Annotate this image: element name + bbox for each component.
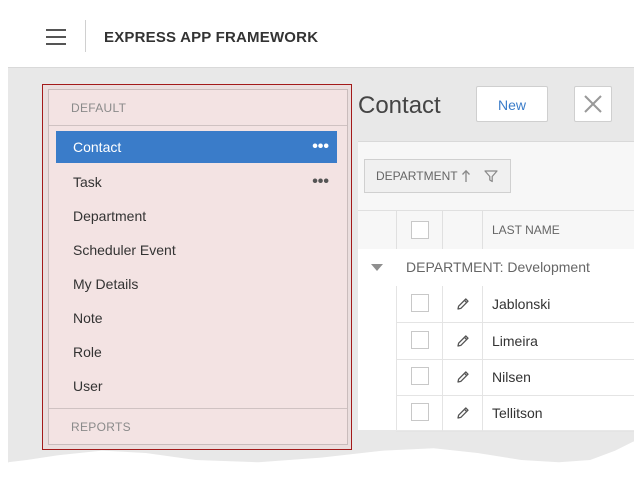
table-row[interactable]: Limeira: [396, 323, 634, 360]
new-button[interactable]: New: [476, 86, 548, 122]
edit-pencil-icon[interactable]: [455, 369, 471, 385]
table-row[interactable]: Nilsen: [396, 359, 634, 396]
table-row[interactable]: Tellitson: [396, 395, 634, 432]
app-window: EXPRESS APP FRAMEWORK DEFAULT Contact ••…: [8, 6, 634, 463]
sidebar-item-role[interactable]: Role: [56, 336, 337, 368]
column-header-last-name[interactable]: LAST NAME: [492, 211, 560, 249]
page-title: Contact: [358, 92, 441, 119]
sidebar-item-task[interactable]: Task •••: [56, 166, 337, 198]
group-chip-label: DEPARTMENT: [376, 169, 458, 183]
row-checkbox[interactable]: [411, 331, 429, 349]
select-all-checkbox[interactable]: [411, 221, 429, 239]
sidebar-item-contact[interactable]: Contact •••: [56, 131, 337, 163]
collapse-triangle-icon[interactable]: [371, 264, 383, 271]
sidebar-item-scheduler-event[interactable]: Scheduler Event: [56, 234, 337, 266]
grid-header-row: LAST NAME: [358, 210, 634, 250]
nav-group-reports[interactable]: REPORTS: [49, 408, 347, 444]
navigation-sidebar: DEFAULT Contact ••• Task ••• Department …: [48, 89, 348, 445]
more-options-icon[interactable]: •••: [312, 131, 329, 163]
sidebar-item-label: Role: [73, 344, 102, 360]
sidebar-item-label: Note: [73, 310, 103, 326]
last-name-cell: Jablonski: [492, 296, 551, 312]
edit-pencil-icon[interactable]: [455, 296, 471, 312]
close-icon: [584, 95, 602, 113]
filter-icon[interactable]: [484, 170, 498, 183]
sidebar-item-label: Department: [73, 208, 147, 224]
sort-ascending-icon[interactable]: [461, 169, 471, 183]
contact-grid: DEPARTMENT LAST NAME DEPARTMENT: Develop…: [358, 141, 634, 432]
sidebar-item-label: Contact: [73, 139, 122, 155]
sidebar-item-label: Scheduler Event: [73, 242, 176, 258]
sidebar-item-label: My Details: [73, 276, 139, 292]
row-checkbox[interactable]: [411, 403, 429, 421]
close-button[interactable]: [574, 86, 612, 122]
nav-group-default[interactable]: DEFAULT: [49, 90, 347, 126]
sidebar-item-my-details[interactable]: My Details: [56, 268, 337, 300]
group-row-development[interactable]: DEPARTMENT: Development: [358, 249, 634, 286]
group-panel: DEPARTMENT: [358, 142, 634, 210]
sidebar-item-department[interactable]: Department: [56, 200, 337, 232]
sidebar-item-note[interactable]: Note: [56, 302, 337, 334]
sidebar-item-user[interactable]: User: [56, 370, 337, 402]
row-checkbox[interactable]: [411, 294, 429, 312]
edit-pencil-icon[interactable]: [455, 405, 471, 421]
grid-rows: Jablonski Limeira Nilsen Tellitson: [358, 286, 634, 432]
hamburger-menu-icon[interactable]: [46, 29, 66, 45]
more-options-icon[interactable]: •••: [312, 166, 329, 198]
row-checkbox[interactable]: [411, 367, 429, 385]
table-row[interactable]: Jablonski: [396, 286, 634, 323]
top-bar: EXPRESS APP FRAMEWORK: [8, 6, 634, 68]
last-name-cell: Tellitson: [492, 405, 543, 421]
last-name-cell: Nilsen: [492, 369, 531, 385]
group-by-department-chip[interactable]: DEPARTMENT: [364, 159, 511, 193]
edit-pencil-icon[interactable]: [455, 333, 471, 349]
last-name-cell: Limeira: [492, 333, 538, 349]
topbar-divider: [85, 20, 86, 52]
group-row-label: DEPARTMENT: Development: [406, 259, 590, 275]
app-title: EXPRESS APP FRAMEWORK: [104, 29, 319, 46]
sidebar-item-label: User: [73, 378, 103, 394]
sidebar-item-label: Task: [73, 174, 102, 190]
